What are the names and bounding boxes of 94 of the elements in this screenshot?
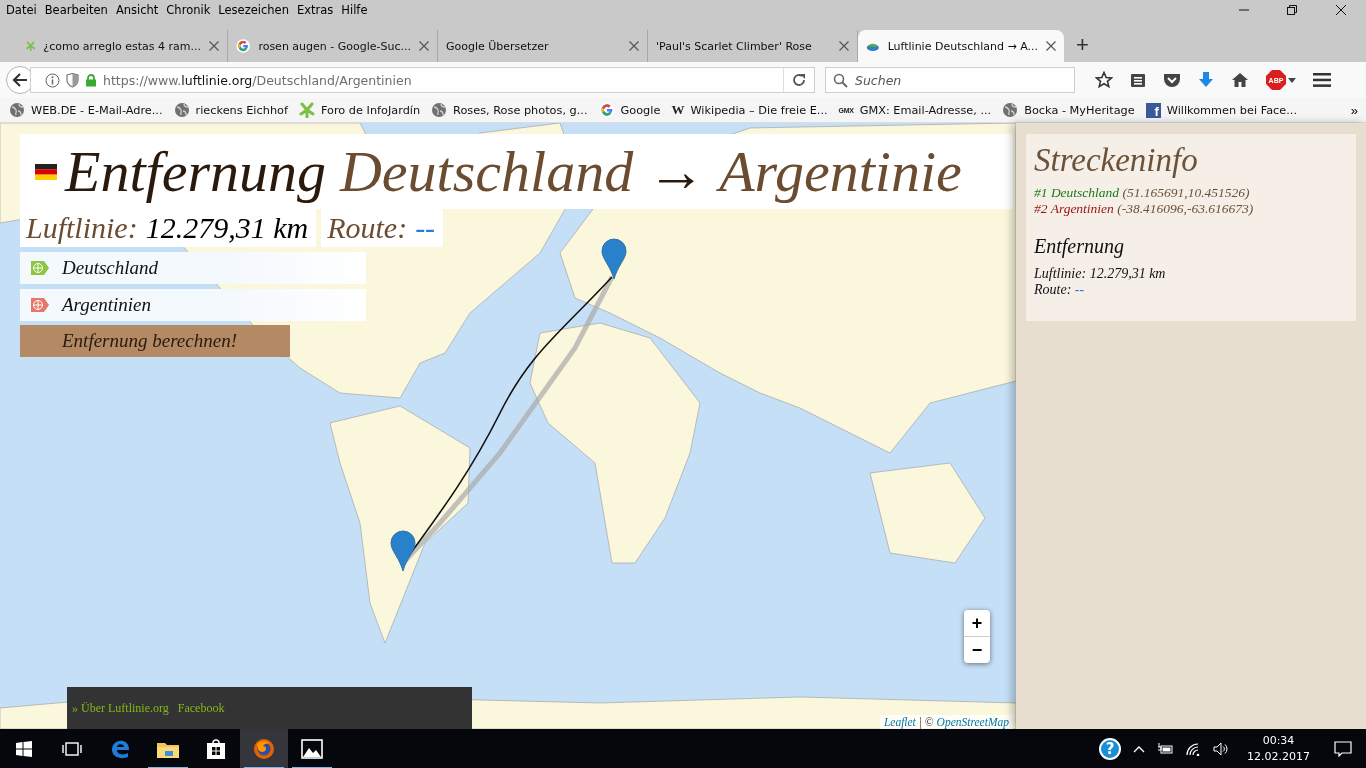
plant-icon (298, 102, 315, 118)
store-icon (206, 739, 226, 759)
origin-country: Deutschland (340, 137, 634, 206)
place-field[interactable]: Deutschland (20, 252, 366, 284)
search-icon (833, 73, 848, 88)
star-icon[interactable] (1095, 71, 1113, 89)
menu-item[interactable]: Chronik (164, 3, 217, 17)
point-name: #2 Argentinien (1034, 201, 1114, 216)
caret-icon (1288, 77, 1296, 83)
reading-list-icon[interactable] (1130, 72, 1146, 88)
menu-item[interactable]: Extras (294, 3, 340, 17)
footer-link[interactable]: » Über Luftlinie.org (72, 700, 169, 716)
point-coordinates: (-38.416096,-63.616673) (1117, 201, 1254, 216)
info-label: Route: (1034, 282, 1072, 297)
lock-icon[interactable] (85, 73, 97, 87)
attribution-text: | © (918, 716, 934, 728)
bookmark-item[interactable]: W Wikipedia – Die freie E... (671, 102, 828, 118)
route-label: Route: (327, 211, 408, 245)
bookmark-item[interactable]: rieckens Eichhof (173, 102, 288, 118)
windows-logo-icon (16, 741, 32, 757)
shield-icon[interactable] (66, 72, 79, 88)
point-name: #1 Deutschland (1034, 185, 1120, 200)
help-button[interactable]: ? (1099, 738, 1121, 760)
menu-item[interactable]: Lesezeichen (216, 3, 295, 17)
bookmark-item[interactable]: Bocka - MyHeritage (1002, 102, 1135, 118)
info-label: Luftlinie: (1034, 266, 1087, 281)
firefox-icon (253, 738, 275, 760)
clock-date[interactable]: 12.02.2017 (1247, 749, 1310, 765)
tab-close-icon[interactable] (1046, 41, 1056, 51)
calculate-button[interactable]: Entfernung berechnen! (20, 325, 290, 357)
title-text: Entfernung (65, 137, 326, 206)
close-icon[interactable] (1335, 4, 1347, 16)
map-pin-icon[interactable] (390, 530, 416, 572)
distance-value: 12.279,31 km (145, 211, 309, 245)
german-flag-icon (35, 163, 57, 180)
site-logo: f (1145, 102, 1161, 118)
clock-time[interactable]: 00:34 (1262, 733, 1295, 749)
footer-link[interactable]: Facebook (177, 700, 225, 716)
url-prefix: https://www. (103, 72, 182, 88)
tab-close-icon[interactable] (839, 41, 849, 51)
site-logo: W (671, 102, 685, 118)
arrow-text: → (647, 137, 706, 206)
home-icon[interactable] (1231, 72, 1249, 88)
openstreetmap-link[interactable]: OpenStreetMap (936, 716, 1009, 728)
browser-tab[interactable]: Luftlinie Deutschland → A... (858, 30, 1064, 62)
bookmark-item[interactable]: WEB.DE - E-Mail-Adre... (9, 102, 163, 118)
back-arrow-icon[interactable] (12, 73, 28, 87)
chevron-up-icon[interactable] (1133, 745, 1145, 753)
tab-close-icon[interactable] (209, 41, 219, 51)
bookmark-item[interactable]: Roses, Rose photos, g... (431, 102, 588, 118)
search-field[interactable]: Suchen (825, 67, 1075, 93)
info-icon[interactable] (45, 72, 60, 88)
battery-icon[interactable] (1157, 743, 1173, 755)
url-domain: luftlinie.org (181, 72, 253, 88)
task-view-icon (62, 741, 82, 757)
sidebar-title: Streckeninfo (1034, 141, 1199, 180)
pocket-icon[interactable] (1163, 72, 1181, 88)
restore-icon[interactable] (1287, 5, 1297, 15)
map-pin-icon[interactable] (601, 238, 627, 280)
bookmark-item[interactable]: Foro de InfoJardín (298, 102, 421, 118)
folder-icon (157, 740, 179, 758)
route-value: -- (415, 211, 436, 245)
leaflet-link[interactable]: Leaflet (883, 716, 916, 728)
google-icon (598, 102, 615, 118)
distance-label: Luftlinie: (26, 211, 138, 245)
menu-item[interactable]: Bearbeiten (42, 3, 114, 17)
info-value: 12.279,31 km (1089, 266, 1166, 281)
more-bookmarks-button[interactable]: » (1350, 102, 1358, 118)
reload-icon[interactable] (792, 73, 806, 87)
taskbar-app-button[interactable] (240, 729, 288, 768)
menu-item[interactable]: Datei (4, 3, 43, 17)
address-bar[interactable]: https://www.luftlinie.org/Deutschland/Argentinien (30, 67, 815, 93)
notification-icon[interactable] (1334, 741, 1352, 757)
place-field[interactable]: Argentinien (20, 289, 366, 321)
tab-close-icon[interactable] (629, 41, 639, 51)
wifi-icon[interactable] (1185, 742, 1201, 756)
zoom-out-button[interactable]: − (964, 637, 990, 663)
google-icon (236, 38, 251, 54)
new-tab-button[interactable]: + (1064, 30, 1101, 62)
volume-icon[interactable] (1213, 742, 1229, 756)
edge-browser-icon (110, 739, 130, 759)
bookmark-item[interactable]: f Willkommen bei Face... (1145, 102, 1297, 118)
url-path: /Deutschland/Argentinien (252, 72, 412, 88)
info-value: -- (1074, 282, 1085, 297)
point-coordinates: (51.165691,10.451526) (1122, 185, 1250, 200)
section-heading: Entfernung (1034, 235, 1125, 258)
download-icon[interactable] (1198, 71, 1214, 89)
bookmark-item[interactable]: Google (598, 102, 661, 118)
photos-icon (301, 739, 323, 759)
menu-item[interactable]: Hilfe (339, 3, 374, 17)
zoom-in-button[interactable]: + (964, 610, 990, 637)
tab-close-icon[interactable] (419, 41, 429, 51)
menu-icon[interactable] (1313, 73, 1331, 87)
menu-item[interactable]: Ansicht (113, 3, 165, 17)
